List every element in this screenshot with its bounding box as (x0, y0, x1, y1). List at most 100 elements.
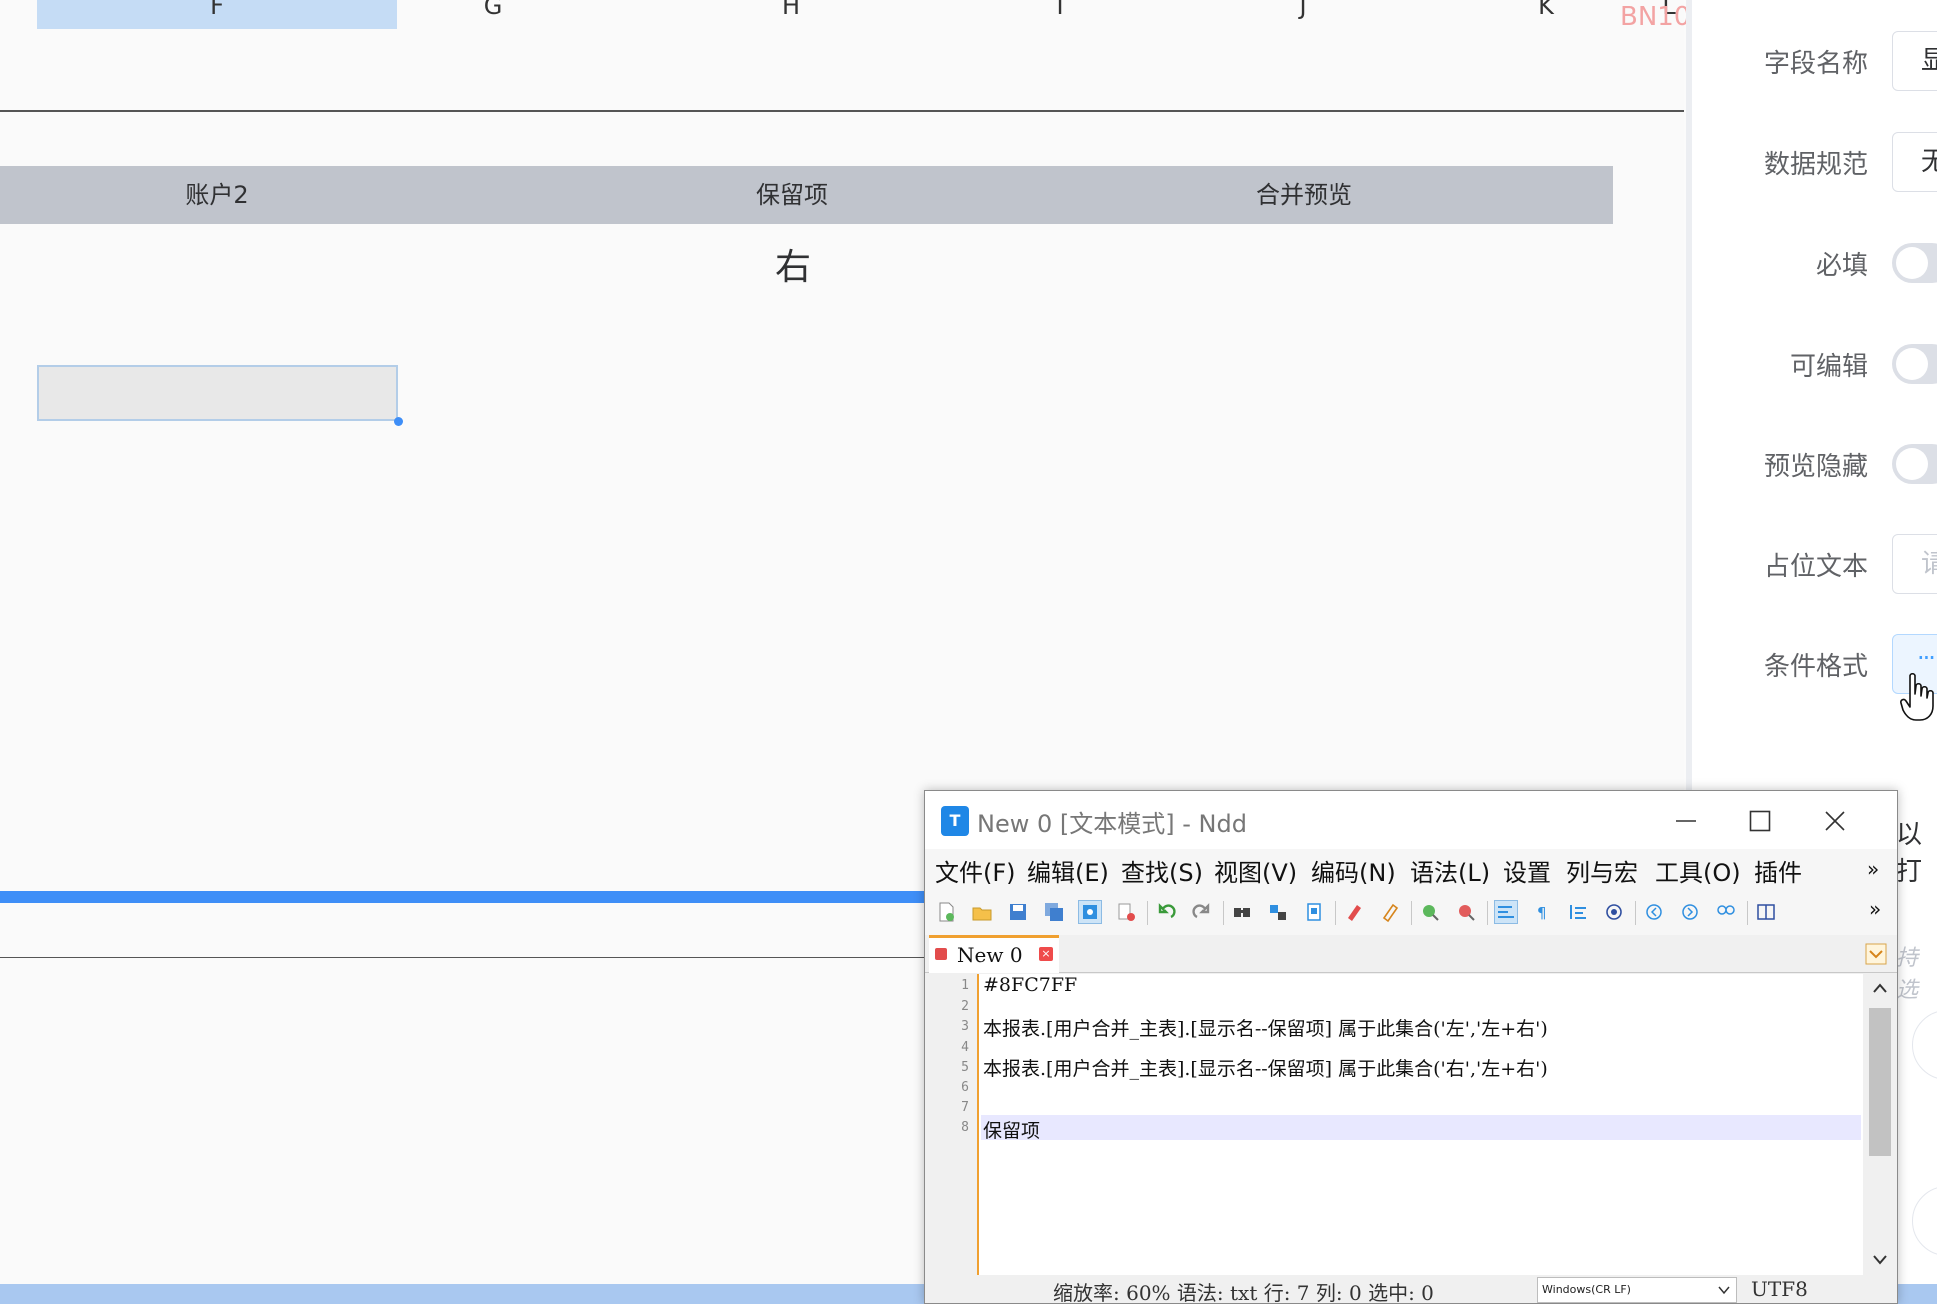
column-letter-h[interactable]: H (771, 0, 811, 20)
menu-plugins[interactable]: 插件 (1754, 853, 1802, 888)
open-file-icon[interactable] (971, 901, 993, 923)
line-number: 3 (961, 1019, 969, 1034)
save-icon[interactable] (1007, 901, 1029, 923)
data-rule-select[interactable]: 无 (1892, 132, 1937, 192)
tab-close-icon[interactable]: × (1039, 947, 1053, 961)
table-cell-value[interactable]: 右 (775, 238, 811, 290)
line-number: 7 (961, 1100, 969, 1115)
ndd-tab-label: New 0 (957, 943, 1023, 967)
next-icon[interactable] (1679, 901, 1701, 923)
placeholder-input[interactable]: 请 (1892, 534, 1937, 594)
ndd-status-bar: 缩放率: 60% 语法: txt 行: 7 列: 0 选中: 0 Windows… (925, 1275, 1897, 1303)
vertical-scrollbar[interactable] (1863, 974, 1897, 1275)
menu-encoding[interactable]: 编码(N) (1311, 853, 1396, 888)
canvas-divider-top (0, 110, 1684, 112)
prev-icon[interactable] (1643, 901, 1665, 923)
menu-overflow-chevron-icon[interactable]: » (1867, 857, 1879, 881)
table-header-row: 账户2 保留项 合并预览 (0, 166, 1613, 224)
close-button[interactable] (1800, 791, 1870, 849)
panel-layout-icon[interactable] (1755, 901, 1777, 923)
required-toggle[interactable] (1892, 243, 1937, 283)
editable-toggle[interactable] (1892, 344, 1937, 384)
placeholder-label: 占位文本 (1763, 552, 1868, 582)
indent-guide-icon[interactable] (1567, 901, 1589, 923)
panel-round-control-2[interactable] (1912, 1186, 1937, 1256)
ndd-title-bar[interactable]: T New 0 [文本模式] - Ndd (925, 791, 1897, 849)
toolbar-separator (1335, 901, 1336, 925)
new-file-icon[interactable] (935, 901, 957, 923)
ndd-tab-new0[interactable]: New 0 × (929, 935, 1059, 973)
eol-select[interactable]: Windows(CR LF) (1537, 1277, 1737, 1303)
compare-icon[interactable] (1715, 901, 1737, 923)
current-line-highlight (981, 1115, 1861, 1140)
menu-tools[interactable]: 工具(O) (1655, 853, 1741, 888)
table-header-account2[interactable]: 账户2 (37, 166, 397, 224)
toolbar-separator (1635, 901, 1636, 925)
clear-marker-icon[interactable] (1379, 901, 1401, 923)
target-icon[interactable] (1603, 901, 1625, 923)
scrollbar-thumb[interactable] (1869, 1008, 1891, 1156)
find-icon[interactable] (1231, 901, 1253, 923)
ndd-menu-bar: 文件(F) 编辑(E) 查找(S) 视图(V) 编码(N) 语法(L) 设置 列… (925, 849, 1897, 891)
preview-hidden-toggle[interactable] (1892, 444, 1937, 484)
minimize-button[interactable] (1651, 791, 1721, 849)
close-icon (1825, 811, 1845, 831)
column-letter-j[interactable]: J (1283, 0, 1323, 20)
toolbar-separator (1147, 901, 1148, 925)
column-letter-f[interactable]: F (197, 0, 237, 20)
preview-hidden-label: 预览隐藏 (1763, 452, 1868, 482)
word-wrap-icon[interactable] (1494, 900, 1518, 924)
bookmark-icon[interactable] (1303, 901, 1325, 923)
menu-settings[interactable]: 设置 (1503, 853, 1551, 888)
code-line: #8FC7FF (983, 974, 1078, 996)
save-all-icon[interactable] (1043, 901, 1065, 923)
maximize-button[interactable] (1725, 791, 1795, 849)
prop-row-editable: 可编辑 (1692, 334, 1937, 394)
menu-column-macro[interactable]: 列与宏 (1566, 853, 1638, 888)
ndd-tab-bar: New 0 × (925, 935, 1897, 973)
required-label: 必填 (1815, 251, 1868, 281)
field-name-label: 字段名称 (1763, 49, 1868, 79)
close-file-icon[interactable] (1115, 901, 1137, 923)
tab-list-dropdown-icon[interactable] (1865, 943, 1887, 965)
column-letter-g[interactable]: G (473, 0, 513, 20)
undo-icon[interactable] (1155, 901, 1177, 923)
panel-partial-text-support: 持选 (1896, 946, 1919, 1003)
marker-icon[interactable] (1343, 901, 1365, 923)
table-header-retained-item[interactable]: 保留项 (612, 166, 972, 224)
text-mode-icon[interactable] (1078, 900, 1102, 924)
chevron-down-icon (1718, 1286, 1730, 1295)
editable-label: 可编辑 (1789, 352, 1868, 382)
field-name-input[interactable]: 显 (1892, 31, 1937, 91)
menu-find[interactable]: 查找(S) (1121, 853, 1203, 888)
zoom-out-icon[interactable] (1455, 901, 1477, 923)
menu-file[interactable]: 文件(F) (935, 853, 1016, 888)
column-letter-i[interactable]: I (1040, 0, 1080, 20)
prop-row-data-rule: 数据规范 无 (1692, 132, 1937, 192)
data-rule-label: 数据规范 (1763, 150, 1868, 180)
selected-cell[interactable] (37, 365, 398, 421)
toolbar-overflow-chevron-icon[interactable]: » (1869, 897, 1881, 921)
zoom-in-icon[interactable] (1419, 901, 1441, 923)
table-header-merge-preview[interactable]: 合并预览 (1124, 166, 1484, 224)
section-band-bar[interactable] (0, 891, 940, 903)
canvas-divider-bottom (0, 957, 940, 958)
scroll-down-icon[interactable] (1872, 1254, 1888, 1266)
panel-round-control-1[interactable] (1912, 1010, 1937, 1080)
scroll-up-icon[interactable] (1872, 982, 1888, 994)
column-letter-k[interactable]: K (1526, 0, 1566, 20)
redo-icon[interactable] (1191, 901, 1213, 923)
ndd-text-editor[interactable]: 1 2 3 4 5 6 7 8 #8FC7FF 本报表.[用户合并_主表].[显… (927, 974, 1897, 1275)
status-encoding: UTF8 (1751, 1277, 1808, 1301)
cell-resize-handle[interactable] (394, 417, 403, 426)
line-number: 6 (961, 1080, 969, 1095)
menu-edit[interactable]: 编辑(E) (1027, 853, 1109, 888)
line-number: 4 (961, 1040, 969, 1055)
menu-view[interactable]: 视图(V) (1214, 853, 1297, 888)
maximize-icon (1749, 810, 1771, 832)
show-symbols-icon[interactable]: ¶ (1531, 901, 1553, 923)
line-number: 8 (961, 1120, 969, 1135)
replace-icon[interactable] (1267, 901, 1289, 923)
ndd-app-icon: T (941, 806, 969, 836)
menu-syntax[interactable]: 语法(L) (1410, 853, 1490, 888)
